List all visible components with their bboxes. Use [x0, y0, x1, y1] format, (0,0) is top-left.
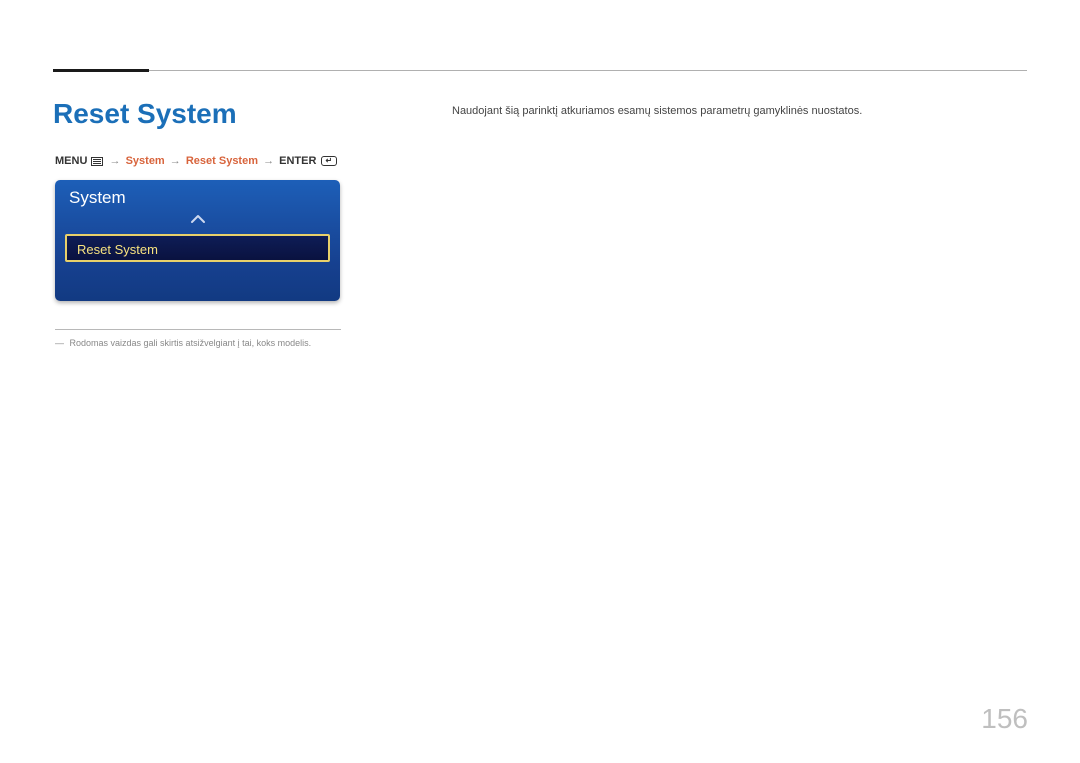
osd-panel-title: System: [55, 180, 340, 214]
page-description: Naudojant šią parinktį atkuriamos esamų …: [452, 105, 862, 117]
menu-icon: [91, 157, 103, 166]
breadcrumb-arrow: →: [110, 155, 121, 167]
footnote-dash: ―: [55, 338, 64, 348]
breadcrumb-path-reset: Reset System: [186, 155, 258, 167]
breadcrumb-menu-label: MENU: [55, 155, 87, 167]
page-number: 156: [981, 703, 1028, 735]
footnote-divider: [55, 329, 341, 330]
breadcrumb-arrow: →: [170, 155, 181, 167]
breadcrumb: MENU → System → Reset System → ENTER: [55, 155, 337, 167]
header-divider: [53, 70, 1027, 71]
breadcrumb-arrow: →: [263, 155, 274, 167]
osd-selected-item: Reset System: [65, 234, 330, 262]
breadcrumb-path-system: System: [126, 155, 165, 167]
footnote-text: Rodomas vaizdas gali skirtis atsižvelgia…: [70, 338, 312, 348]
breadcrumb-enter-label: ENTER: [279, 155, 316, 167]
enter-icon: [321, 156, 337, 166]
page-title: Reset System: [53, 98, 237, 130]
osd-panel: System Reset System: [55, 180, 340, 301]
chevron-up-icon: [55, 214, 340, 232]
header-accent: [53, 69, 149, 72]
footnote: ― Rodomas vaizdas gali skirtis atsižvelg…: [55, 338, 311, 348]
